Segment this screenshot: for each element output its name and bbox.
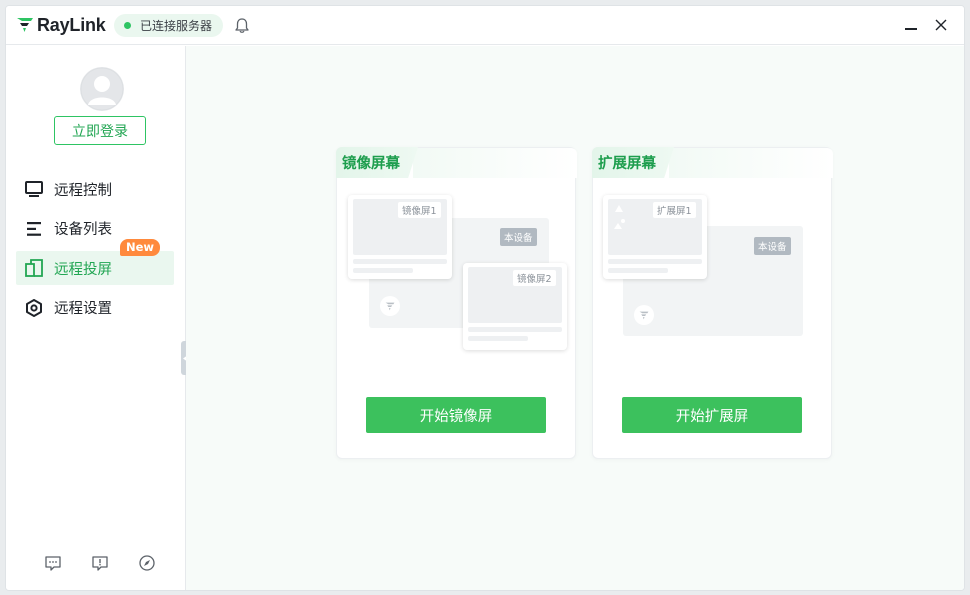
login-button[interactable]: 立即登录	[54, 116, 146, 145]
minimize-icon	[905, 28, 917, 30]
screen-label: 镜像屏2	[513, 270, 556, 286]
settings-hexagon-icon	[25, 298, 43, 317]
minimize-button[interactable]	[902, 16, 920, 34]
device-label: 本设备	[500, 228, 537, 246]
sidebar-item-label: 设备列表	[54, 222, 112, 239]
close-button[interactable]	[932, 16, 950, 34]
compass-icon[interactable]	[138, 554, 156, 572]
chat-icon[interactable]	[44, 554, 62, 572]
mirror-screen-1-illustration: 镜像屏1	[348, 195, 452, 279]
screen-label: 镜像屏1	[398, 202, 441, 218]
new-badge: New	[120, 239, 161, 257]
start-extend-button[interactable]: 开始扩展屏	[622, 397, 802, 433]
raylink-mark-icon	[380, 296, 400, 316]
image-placeholder-icon	[614, 205, 625, 229]
user-avatar-icon	[80, 67, 124, 111]
main-content: 镜像屏幕 本设备 镜像屏1 镜像屏2 开始镜像屏 扩展屏幕 本设备 扩展屏1 开…	[186, 46, 964, 590]
extend-screen-card: 扩展屏幕 本设备 扩展屏1 开始扩展屏	[592, 147, 833, 459]
screen-label: 扩展屏1	[653, 202, 696, 218]
cast-screen-icon	[25, 259, 43, 278]
device-label: 本设备	[754, 237, 791, 255]
sidebar-item-remote-settings[interactable]: 远程设置	[16, 291, 174, 325]
server-status-text: 已连接服务器	[140, 19, 213, 33]
feedback-icon[interactable]	[91, 554, 109, 572]
sidebar-nav: 远程控制 设备列表 远程投屏 New 远程设置	[16, 172, 174, 330]
raylink-logo-icon	[17, 18, 33, 32]
start-mirror-button[interactable]: 开始镜像屏	[366, 397, 546, 433]
mirror-screen-2-illustration: 镜像屏2	[463, 263, 567, 350]
sidebar-item-remote-control[interactable]: 远程控制	[16, 172, 174, 206]
sidebar-item-label: 远程控制	[54, 182, 112, 199]
list-icon	[25, 220, 43, 238]
app-window: RayLink 已连接服务器 立即登录 远程控制 设备列表 远程投屏 New 远…	[5, 5, 965, 591]
sidebar-item-label: 远程投屏	[54, 261, 112, 278]
sidebar-footer	[6, 554, 186, 574]
sidebar-item-label: 远程设置	[54, 301, 112, 318]
server-status-badge: 已连接服务器	[114, 14, 224, 37]
avatar[interactable]	[80, 67, 124, 111]
sidebar-item-remote-cast[interactable]: 远程投屏 New	[16, 239, 174, 286]
bell-icon[interactable]	[234, 17, 250, 34]
status-dot-icon	[124, 22, 131, 29]
sidebar: 立即登录 远程控制 设备列表 远程投屏 New 远程设置	[6, 46, 190, 590]
extend-screen-1-illustration: 扩展屏1	[603, 195, 707, 279]
card-title: 镜像屏幕	[336, 147, 418, 178]
monitor-icon	[25, 180, 43, 198]
raylink-mark-icon	[634, 305, 654, 325]
title-bar: RayLink 已连接服务器	[6, 6, 964, 45]
card-title: 扩展屏幕	[592, 147, 674, 178]
close-icon	[935, 19, 947, 31]
mirror-screen-card: 镜像屏幕 本设备 镜像屏1 镜像屏2 开始镜像屏	[336, 147, 577, 459]
app-logo: RayLink	[16, 14, 106, 36]
app-name: RayLink	[37, 14, 106, 35]
